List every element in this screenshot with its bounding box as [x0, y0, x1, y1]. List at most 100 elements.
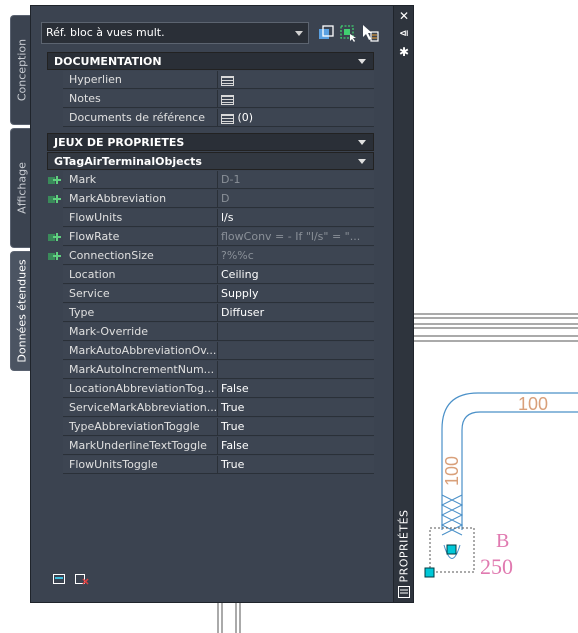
- palette-title-bar[interactable]: ✕ ⧏ ✱ PROPRIÉTÉS: [394, 5, 414, 603]
- toggle-pickadd-icon[interactable]: [317, 24, 335, 42]
- property-value[interactable]: True: [218, 456, 374, 474]
- flex-duct: [440, 494, 464, 536]
- property-row[interactable]: FlowRate flowConv = - If "l/s" = "...: [47, 228, 374, 247]
- property-row[interactable]: Mark-Override: [47, 323, 374, 342]
- property-value[interactable]: l/s: [218, 209, 374, 227]
- grip-corner[interactable]: [424, 567, 435, 578]
- document-icon[interactable]: [221, 95, 234, 105]
- tab-conception[interactable]: Conception: [10, 15, 32, 125]
- section-documentation[interactable]: DOCUMENTATION: [47, 52, 374, 70]
- column-lines: [217, 603, 241, 633]
- tab-affichage[interactable]: Affichage: [10, 128, 32, 248]
- add-property-set-icon[interactable]: [53, 574, 67, 585]
- property-value[interactable]: [218, 71, 374, 89]
- property-name: FlowRate: [63, 228, 218, 246]
- row-gutter: [47, 456, 63, 475]
- tag-letter: B: [496, 530, 509, 552]
- property-value[interactable]: [218, 90, 374, 108]
- property-value[interactable]: [218, 361, 374, 379]
- chevron-down-icon: [295, 31, 303, 36]
- property-value[interactable]: True: [218, 399, 374, 417]
- palette-icon: [398, 586, 410, 598]
- tag-number: 250: [480, 554, 513, 579]
- close-icon[interactable]: ✕: [397, 10, 411, 22]
- property-value[interactable]: D: [218, 190, 374, 208]
- document-icon[interactable]: [221, 114, 234, 124]
- row-gutter: [47, 361, 63, 380]
- property-name: Notes: [63, 90, 218, 108]
- section-documentation-title: DOCUMENTATION: [54, 55, 162, 68]
- auto-hide-icon[interactable]: ⧏: [397, 28, 411, 40]
- property-row[interactable]: Mark D-1: [47, 171, 374, 190]
- property-row[interactable]: MarkAbbreviation D: [47, 190, 374, 209]
- property-value[interactable]: D-1: [218, 171, 374, 189]
- row-gutter: [47, 304, 63, 323]
- property-value[interactable]: Ceiling: [218, 266, 374, 284]
- property-name: FlowUnitsToggle: [63, 456, 218, 474]
- formula-property-icon: [48, 195, 61, 203]
- property-row[interactable]: FlowUnitsToggle True: [47, 456, 374, 475]
- property-name: LocationAbbreviationTog...: [63, 380, 218, 398]
- remove-property-set-icon[interactable]: [75, 574, 89, 585]
- property-row[interactable]: MarkUnderlineTextToggle False: [47, 437, 374, 456]
- property-name: MarkAbbreviation: [63, 190, 218, 208]
- property-value[interactable]: Supply: [218, 285, 374, 303]
- row-gutter: [47, 399, 63, 418]
- property-name: Mark: [63, 171, 218, 189]
- property-row[interactable]: Type Diffuser: [47, 304, 374, 323]
- property-value[interactable]: False: [218, 437, 374, 455]
- collapse-caret-icon: [358, 140, 366, 145]
- gear-icon[interactable]: ✱: [397, 46, 411, 58]
- object-type-select[interactable]: Réf. bloc à vues mult.: [41, 22, 309, 44]
- property-value[interactable]: [218, 342, 374, 360]
- duct-size-label-vertical: 100: [442, 456, 462, 486]
- property-name: Service: [63, 285, 218, 303]
- row-gutter: [47, 380, 63, 399]
- property-value[interactable]: Diffuser: [218, 304, 374, 322]
- property-row[interactable]: TypeAbbreviationToggle True: [47, 418, 374, 437]
- palette-body: Réf. bloc à vues mult. DOCUMENTATION Hyp…: [30, 5, 394, 603]
- collapse-caret-icon: [358, 59, 366, 64]
- property-value[interactable]: (0): [218, 109, 374, 127]
- documentation-row[interactable]: Documents de référence (0): [47, 109, 374, 128]
- section-jeux-de-proprietes[interactable]: JEUX DE PROPRIETES: [47, 133, 374, 151]
- section-gtag[interactable]: GTagAirTerminalObjects: [47, 152, 374, 170]
- property-value[interactable]: flowConv = - If "l/s" = "...: [218, 228, 374, 246]
- quick-select-icon[interactable]: [361, 24, 379, 42]
- row-gutter: [47, 90, 63, 109]
- property-row[interactable]: ConnectionSize ?%%c: [47, 247, 374, 266]
- documentation-row[interactable]: Hyperlien: [47, 71, 374, 90]
- duct-elbow[interactable]: [441, 392, 578, 530]
- tab-donnees-etendues-label: Données étendues: [15, 259, 28, 363]
- row-gutter: [47, 228, 63, 247]
- property-row[interactable]: FlowUnits l/s: [47, 209, 374, 228]
- property-name: Mark-Override: [63, 323, 218, 341]
- property-row[interactable]: LocationAbbreviationTog... False: [47, 380, 374, 399]
- property-name: ConnectionSize: [63, 247, 218, 265]
- properties-palette: Conception Affichage Données étendues Ré…: [8, 5, 414, 603]
- property-value[interactable]: [218, 323, 374, 341]
- row-gutter: [47, 342, 63, 361]
- documentation-row[interactable]: Notes: [47, 90, 374, 109]
- document-icon[interactable]: [221, 76, 234, 86]
- row-gutter: [47, 266, 63, 285]
- row-gutter: [47, 171, 63, 190]
- tab-donnees-etendues[interactable]: Données étendues: [10, 251, 32, 371]
- row-gutter: [47, 247, 63, 266]
- row-gutter: [47, 71, 63, 90]
- property-row[interactable]: MarkAutoAbbreviationOv...: [47, 342, 374, 361]
- property-name: FlowUnits: [63, 209, 218, 227]
- property-value[interactable]: False: [218, 380, 374, 398]
- property-name: MarkAutoAbbreviationOv...: [63, 342, 218, 360]
- property-value[interactable]: ?%%c: [218, 247, 374, 265]
- property-name: Location: [63, 266, 218, 284]
- property-row[interactable]: ServiceMarkAbbreviation... True: [47, 399, 374, 418]
- select-objects-icon[interactable]: [339, 24, 357, 42]
- property-row[interactable]: Service Supply: [47, 285, 374, 304]
- grip-center[interactable]: [446, 544, 457, 555]
- property-row[interactable]: Location Ceiling: [47, 266, 374, 285]
- section-jeux-title: JEUX DE PROPRIETES: [54, 136, 185, 149]
- property-row[interactable]: MarkAutoIncrementNum...: [47, 361, 374, 380]
- property-value[interactable]: True: [218, 418, 374, 436]
- property-name: Hyperlien: [63, 71, 218, 89]
